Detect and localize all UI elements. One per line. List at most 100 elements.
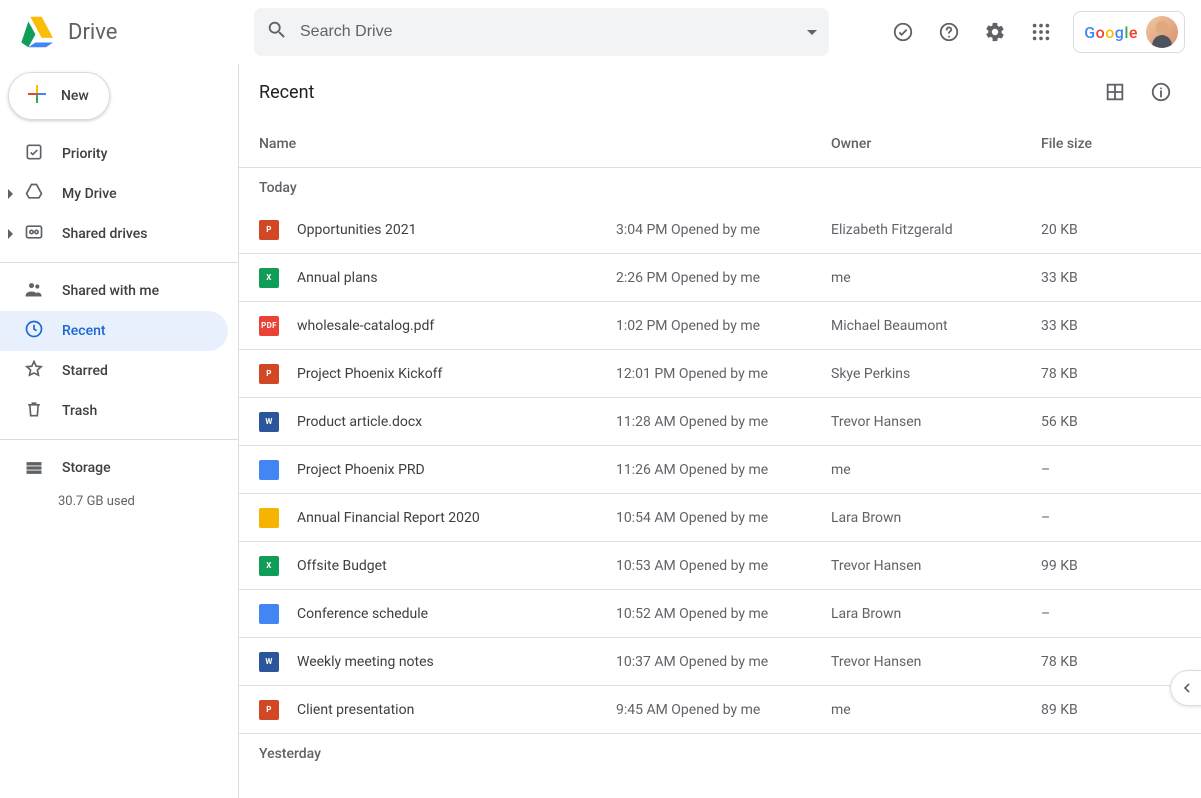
sidebar: New Priority My Drive Shared drives Shared… (0, 64, 238, 798)
ppt-file-icon: P (259, 220, 279, 240)
slides-file-icon (259, 508, 279, 528)
search-icon (266, 19, 288, 45)
google-logo-text: Google (1084, 23, 1138, 42)
sidebar-item-storage[interactable]: Storage (0, 448, 228, 488)
file-size: 20 KB (1041, 222, 1181, 238)
sidebar-item-label: Storage (62, 460, 111, 476)
group-label: Yesterday (239, 734, 1201, 772)
file-time: 12:01 PM Opened by me (616, 366, 831, 382)
file-row[interactable]: P Opportunities 20213:04 PM Opened by meE… (239, 206, 1201, 254)
file-row[interactable]: WProduct article.docx11:28 AM Opened by … (239, 398, 1201, 446)
file-name: Opportunities 2021 (297, 222, 616, 238)
file-size: 56 KB (1041, 414, 1181, 430)
file-size: – (1041, 510, 1181, 526)
file-row[interactable]: P Client presentation9:45 AM Opened by me… (239, 686, 1201, 734)
sidebar-item-label: My Drive (62, 186, 117, 202)
side-panel-toggle[interactable] (1170, 670, 1201, 706)
app-name: Drive (68, 20, 117, 45)
file-owner: me (831, 462, 1041, 478)
file-owner: me (831, 702, 1041, 718)
grid-view-icon[interactable] (1095, 72, 1135, 112)
expand-icon (8, 229, 13, 239)
brand[interactable]: Drive (16, 12, 254, 52)
new-button[interactable]: New (8, 72, 110, 120)
account-switcher[interactable]: Google (1073, 11, 1185, 53)
file-row[interactable]: Project Phoenix PRD11:26 AM Opened by me… (239, 446, 1201, 494)
sidebar-item-label: Shared with me (62, 283, 159, 299)
priority-icon (24, 142, 44, 166)
column-headers: Name Owner File size (239, 120, 1201, 168)
word-file-icon: W (259, 652, 279, 672)
file-name: Offsite Budget (297, 558, 616, 574)
apps-grid-icon[interactable] (1021, 12, 1061, 52)
file-time: 10:37 AM Opened by me (616, 654, 831, 670)
file-name: Annual Financial Report 2020 (297, 510, 616, 526)
file-row[interactable]: PProject Phoenix Kickoff12:01 PM Opened … (239, 350, 1201, 398)
file-row[interactable]: W Weekly meeting notes10:37 AM Opened by … (239, 638, 1201, 686)
storage-used-text: 30.7 GB used (0, 488, 238, 509)
search-input[interactable] (300, 23, 795, 41)
file-size: 78 KB (1041, 654, 1181, 670)
file-name: Project Phoenix PRD (297, 462, 616, 478)
sidebar-item-mydrive[interactable]: My Drive (0, 174, 228, 214)
file-row[interactable]: PDF wholesale-catalog.pdf1:02 PM Opened b… (239, 302, 1201, 350)
search-bar[interactable] (254, 8, 829, 56)
help-icon[interactable] (929, 12, 969, 52)
file-list: Today P Opportunities 20213:04 PM Opened b… (239, 168, 1201, 798)
sidebar-item-recent[interactable]: Recent (0, 311, 228, 351)
sidebar-item-starred[interactable]: Starred (0, 351, 228, 391)
file-name: Conference schedule (297, 606, 616, 622)
file-row[interactable]: XOffsite Budget10:53 AM Opened by meTrev… (239, 542, 1201, 590)
file-time: 1:02 PM Opened by me (616, 318, 831, 334)
file-owner: Elizabeth Fitzgerald (831, 222, 1041, 238)
file-owner: Skye Perkins (831, 366, 1041, 382)
file-time: 9:45 AM Opened by me (616, 702, 831, 718)
file-time: 3:04 PM Opened by me (616, 222, 831, 238)
col-name[interactable]: Name (259, 136, 616, 152)
sidebar-item-priority[interactable]: Priority (0, 134, 228, 174)
sidebar-item-label: Recent (62, 323, 106, 339)
file-name: Client presentation (297, 702, 616, 718)
recent-icon (24, 319, 44, 343)
sidebar-item-label: Trash (62, 403, 97, 419)
file-row[interactable]: Conference schedule10:52 AM Opened by me… (239, 590, 1201, 638)
sidebar-item-shared-drives[interactable]: Shared drives (0, 214, 228, 254)
col-owner[interactable]: Owner (831, 136, 1041, 152)
settings-gear-icon[interactable] (975, 12, 1015, 52)
file-size: – (1041, 462, 1181, 478)
file-time: 10:52 AM Opened by me (616, 606, 831, 622)
file-size: – (1041, 606, 1181, 622)
plus-icon (25, 82, 49, 110)
info-icon[interactable] (1141, 72, 1181, 112)
file-name: Product article.docx (297, 414, 616, 430)
avatar (1146, 16, 1178, 48)
file-name: Weekly meeting notes (297, 654, 616, 670)
expand-icon (8, 189, 13, 199)
sidebar-item-label: Starred (62, 363, 108, 379)
file-owner: Trevor Hansen (831, 414, 1041, 430)
file-size: 33 KB (1041, 318, 1181, 334)
search-options-icon[interactable] (807, 30, 817, 35)
docs-file-icon (259, 460, 279, 480)
file-name: wholesale-catalog.pdf (297, 318, 616, 334)
file-name: Project Phoenix Kickoff (297, 366, 616, 382)
mydrive-icon (24, 182, 44, 206)
file-row[interactable]: Annual Financial Report 202010:54 AM Ope… (239, 494, 1201, 542)
ppt-file-icon: P (259, 700, 279, 720)
header: Drive (0, 0, 1201, 64)
trash-icon (24, 399, 44, 423)
docs-file-icon (259, 604, 279, 624)
file-size: 99 KB (1041, 558, 1181, 574)
shared-with-me-icon (24, 279, 44, 303)
file-row[interactable]: XAnnual plans2:26 PM Opened by meme33 KB (239, 254, 1201, 302)
sidebar-item-label: Priority (62, 146, 107, 162)
pdf-file-icon: PDF (259, 316, 279, 336)
file-size: 33 KB (1041, 270, 1181, 286)
file-owner: me (831, 270, 1041, 286)
col-size[interactable]: File size (1041, 136, 1181, 152)
group-label: Today (239, 168, 1201, 206)
sidebar-item-shared-with-me[interactable]: Shared with me (0, 271, 228, 311)
ready-offline-icon[interactable] (883, 12, 923, 52)
file-size: 78 KB (1041, 366, 1181, 382)
sidebar-item-trash[interactable]: Trash (0, 391, 228, 431)
